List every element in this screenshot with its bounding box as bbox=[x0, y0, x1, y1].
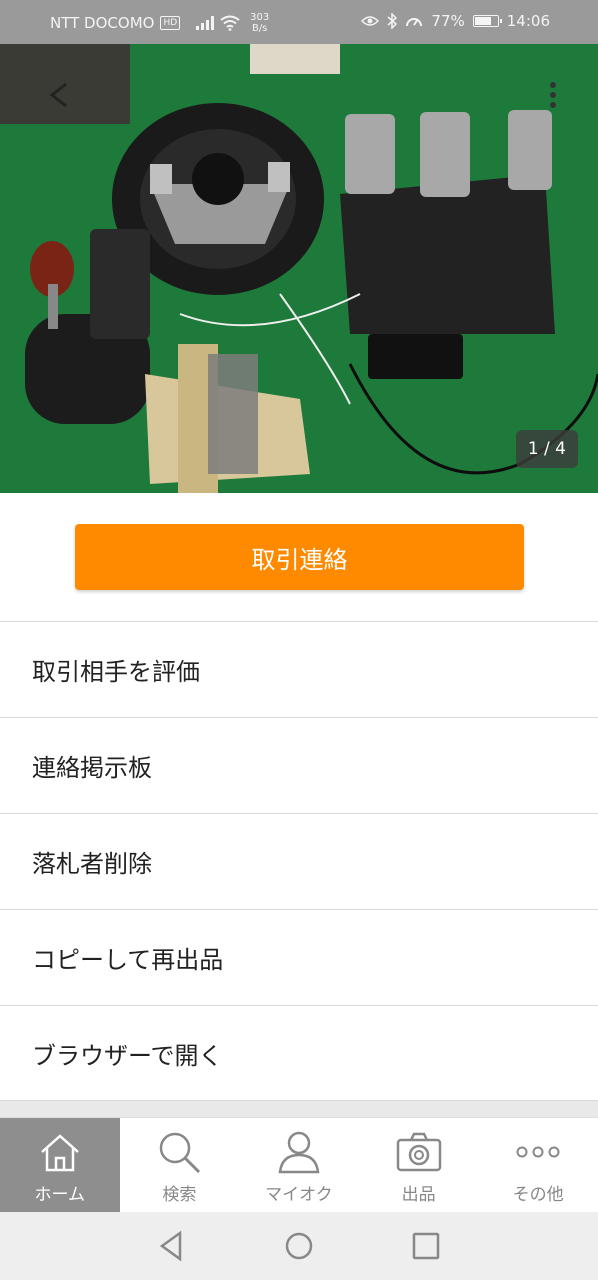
battery-fill bbox=[474, 17, 491, 25]
menu-item-rate-partner[interactable]: 取引相手を評価 bbox=[0, 621, 598, 717]
tab-other[interactable]: その他 bbox=[478, 1118, 598, 1213]
tab-search[interactable]: 検索 bbox=[120, 1118, 240, 1213]
more-dots-icon bbox=[516, 1146, 560, 1158]
signal-icon bbox=[196, 16, 215, 30]
tab-sell[interactable]: 出品 bbox=[359, 1118, 479, 1213]
back-triangle-icon[interactable] bbox=[156, 1230, 188, 1262]
carrier-name: NTT DOCOMO bbox=[50, 14, 155, 32]
photo-more-icon[interactable] bbox=[550, 82, 560, 112]
bottom-tab-bar: ホーム 検索 マイオク 出品 その他 bbox=[0, 1117, 598, 1213]
tab-other-label: その他 bbox=[512, 1185, 564, 1205]
hd-badge: HD bbox=[160, 16, 181, 30]
action-menu: 取引相手を評価 連絡掲示板 落札者削除 コピーして再出品 ブラウザーで開く bbox=[0, 621, 598, 1101]
menu-item-message-board[interactable]: 連絡掲示板 bbox=[0, 717, 598, 813]
tab-my-auction-label: マイオク bbox=[265, 1185, 333, 1205]
person-icon bbox=[278, 1131, 320, 1174]
tab-search-label: 検索 bbox=[162, 1185, 197, 1205]
speedometer-icon bbox=[406, 18, 423, 27]
tab-my-auction[interactable]: マイオク bbox=[239, 1118, 359, 1213]
home-circle-icon[interactable] bbox=[283, 1230, 315, 1262]
menu-item-open-browser[interactable]: ブラウザーで開く bbox=[0, 1005, 598, 1101]
photo-illustration bbox=[0, 44, 598, 493]
tab-home-label: ホーム bbox=[34, 1185, 86, 1205]
net-speed-unit: B/s bbox=[251, 23, 268, 34]
battery-icon bbox=[472, 15, 502, 27]
bluetooth-icon bbox=[387, 13, 398, 29]
search-icon bbox=[160, 1132, 201, 1174]
net-speed: 303 B/s bbox=[250, 12, 269, 34]
net-speed-value: 303 bbox=[250, 12, 270, 23]
tab-sell-label: 出品 bbox=[401, 1185, 436, 1205]
status-right: 77% 14:06 bbox=[361, 12, 550, 30]
contact-trade-button[interactable]: 取引連絡 bbox=[75, 524, 524, 590]
system-nav-bar bbox=[0, 1212, 598, 1280]
status-bar: NTT DOCOMO HD 303 B/s 77% 14:06 bbox=[0, 0, 598, 44]
tab-home[interactable]: ホーム bbox=[0, 1118, 120, 1213]
menu-item-copy-relist[interactable]: コピーして再出品 bbox=[0, 909, 598, 1005]
action-panel: 取引連絡 取引相手を評価 連絡掲示板 落札者削除 コピーして再出品 ブラウザーで… bbox=[0, 493, 598, 1101]
recents-square-icon[interactable] bbox=[410, 1230, 442, 1262]
wifi-icon bbox=[220, 15, 240, 31]
home-icon bbox=[40, 1134, 79, 1172]
eye-icon bbox=[361, 16, 380, 26]
photo-counter: 1 / 4 bbox=[515, 430, 578, 468]
clock: 14:06 bbox=[506, 12, 550, 30]
listing-photo[interactable]: 1 / 4 bbox=[0, 44, 598, 493]
battery-percent: 77% bbox=[431, 12, 465, 30]
camera-icon bbox=[396, 1132, 441, 1172]
status-left: NTT DOCOMO HD 303 B/s bbox=[50, 12, 269, 34]
photo-back-arrow-icon[interactable] bbox=[46, 80, 72, 110]
menu-item-remove-bidder[interactable]: 落札者削除 bbox=[0, 813, 598, 909]
